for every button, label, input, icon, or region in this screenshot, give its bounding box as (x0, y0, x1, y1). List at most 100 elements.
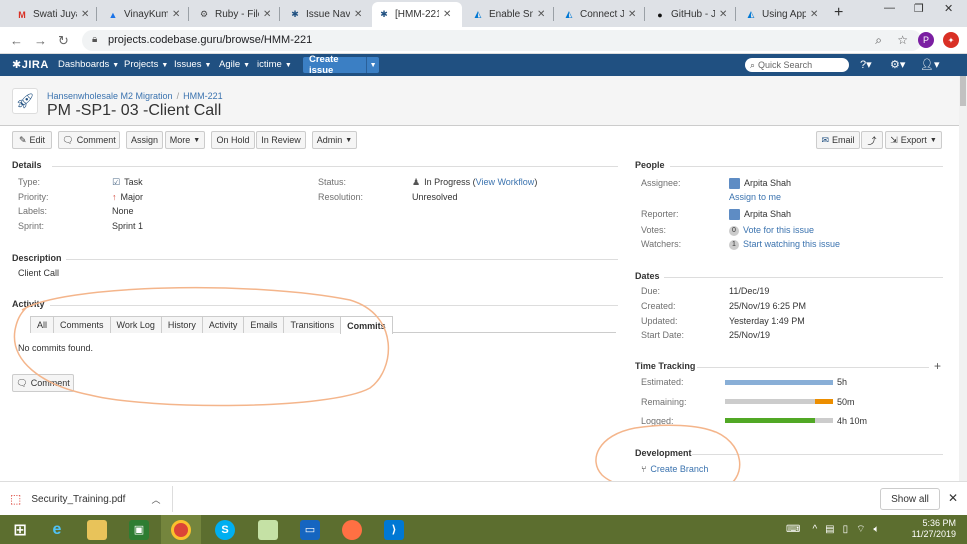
browser-tab-gmail[interactable]: M Swati Juyal ✕ (10, 2, 95, 27)
new-tab-icon[interactable]: + (834, 4, 843, 22)
maximize-icon[interactable]: ❐ (914, 2, 924, 15)
battery-icon[interactable]: ▯ (843, 524, 849, 535)
email-button[interactable]: ✉ Email (816, 131, 860, 149)
quick-search-input[interactable]: ⌕ Quick Search (745, 58, 849, 72)
tab-transitions[interactable]: Transitions (283, 316, 342, 333)
nav-label: Issues (174, 59, 202, 70)
close-tab-icon[interactable]: ✕ (172, 9, 180, 20)
in-review-button[interactable]: In Review (256, 131, 306, 149)
browser-tab-ruby[interactable]: ⚙ Ruby - Files ✕ (192, 2, 277, 27)
taskbar-firefox[interactable] (332, 515, 372, 544)
forward-icon[interactable]: → (34, 33, 47, 48)
browser-tab-using-app[interactable]: ◭ Using App ✕ (739, 2, 824, 27)
volume-icon[interactable]: 🔈︎ (874, 524, 880, 535)
gear-icon[interactable]: ⚙▾ (890, 58, 905, 71)
browser-tab-issue-navigator[interactable]: ✱ Issue Navigator ✕ (283, 2, 368, 27)
taskbar-clock[interactable]: 5:36 PM 11/27/2019 (902, 518, 956, 540)
taskbar-chrome[interactable] (161, 515, 201, 544)
close-tab-icon[interactable]: ✕ (354, 9, 362, 20)
taskbar-skype[interactable]: S (205, 515, 245, 544)
browser-tab-connect-jira[interactable]: ◭ Connect Jira ✕ (557, 2, 642, 27)
taskbar-remote-desktop[interactable]: ▭ (290, 515, 330, 544)
back-icon[interactable]: ← (10, 33, 23, 48)
user-avatar-icon[interactable]: 👤︎▾ (920, 58, 940, 71)
nav-ictime[interactable]: ictime ▼ (257, 59, 292, 70)
breadcrumb-project[interactable]: Hansenwholesale M2 Migration (47, 91, 173, 101)
extension-icon[interactable]: ✦ (943, 32, 959, 48)
admin-button[interactable]: Admin ▼ (312, 131, 357, 149)
tab-activity[interactable]: Activity (201, 316, 245, 333)
help-icon[interactable]: ?▾ (860, 58, 872, 71)
show-all-button[interactable]: Show all (880, 488, 940, 510)
wifi-icon[interactable]: ⌔ (856, 523, 865, 536)
tab-history[interactable]: History (160, 316, 203, 333)
close-tab-icon[interactable]: ✕ (537, 9, 545, 20)
tab-emails[interactable]: Emails (243, 316, 285, 333)
jira-logo[interactable]: ✱JIRA (12, 58, 49, 71)
tab-comments[interactable]: Comments (53, 316, 111, 333)
assign-to-me-link[interactable]: Assign to me (729, 192, 781, 202)
keyboard-icon[interactable]: ⌨ (786, 524, 800, 535)
close-tab-icon[interactable]: ✕ (81, 9, 89, 20)
taskbar-file-explorer[interactable] (77, 515, 117, 544)
reload-icon[interactable]: ↻ (58, 33, 69, 49)
nav-issues[interactable]: Issues ▼ (174, 59, 211, 70)
taskbar-store[interactable]: ▣ (119, 515, 159, 544)
share-button[interactable]: ⤴ (861, 131, 883, 149)
close-tab-icon[interactable]: ✕ (628, 9, 636, 20)
minimize-icon[interactable]: — (884, 2, 895, 14)
create-issue-button[interactable]: Create issue ▼ (303, 54, 379, 76)
edit-button[interactable]: ✎ Edit (12, 131, 52, 149)
browser-tab-hmm-221[interactable]: ✱ [HMM-221] ✕ (372, 2, 462, 27)
on-hold-button[interactable]: On Hold (211, 131, 255, 149)
browser-tab-enable-smart[interactable]: ◭ Enable Smart ✕ (466, 2, 551, 27)
taskbar-vscode[interactable]: ⟩ (374, 515, 414, 544)
export-button[interactable]: ⇲ Export ▼ (885, 131, 942, 149)
tab-label: VinayKumar (124, 9, 168, 20)
zoom-icon[interactable]: ⌕ (875, 33, 882, 48)
browser-tab-github[interactable]: ● GitHub - Jira ✕ (648, 2, 733, 27)
system-tray: ⌨ ^ ▤ ▯ ⌔ 🔈︎ (786, 515, 880, 544)
comment-label: Comment (76, 135, 116, 145)
windows-start-icon[interactable]: ⊞ (0, 515, 40, 544)
omnibox[interactable]: 🔒︎ projects.codebase.guru/browse/HMM-221… (82, 30, 922, 51)
chevron-down-icon[interactable]: ▼ (366, 57, 379, 73)
project-rocket-icon[interactable]: 🚀︎ (12, 88, 38, 114)
nav-dashboards[interactable]: Dashboards ▼ (58, 59, 119, 70)
close-tab-icon[interactable]: ✕ (810, 9, 818, 20)
close-tab-icon[interactable]: ✕ (719, 9, 727, 20)
network-icon[interactable]: ▤ (825, 524, 834, 535)
more-button[interactable]: More ▼ (165, 131, 205, 149)
bottom-comment-button[interactable]: 🗨︎ Comment (12, 374, 74, 392)
assign-button[interactable]: Assign (126, 131, 163, 149)
close-tab-icon[interactable]: ✕ (443, 9, 451, 20)
watchers-label: Watchers: (641, 239, 682, 249)
tab-all[interactable]: All (30, 316, 55, 333)
vote-link[interactable]: Vote for this issue (743, 225, 814, 235)
close-window-icon[interactable]: ✕ (944, 2, 953, 15)
add-time-icon[interactable]: + (934, 359, 941, 373)
close-tab-icon[interactable]: ✕ (263, 9, 271, 20)
watch-link[interactable]: Start watching this issue (743, 239, 840, 249)
browser-tab-drive[interactable]: ▲ VinayKumar ✕ (101, 2, 186, 27)
comment-button[interactable]: 🗨︎ Comment (58, 131, 120, 149)
nav-agile[interactable]: Agile ▼ (219, 59, 250, 70)
chevron-up-icon[interactable]: ︿ (151, 493, 160, 506)
breadcrumb-issue-key[interactable]: HMM-221 (183, 91, 223, 101)
nav-projects[interactable]: Projects ▼ (124, 59, 168, 70)
taskbar-notes[interactable] (248, 515, 288, 544)
profile-avatar[interactable]: P (918, 32, 934, 48)
chevron-up-icon[interactable]: ^ (812, 524, 817, 535)
tab-commits[interactable]: Commits (340, 316, 393, 334)
download-item[interactable]: ⬚ Security_Training.pdf ︿ (10, 482, 160, 516)
issue-header: 🚀︎ Hansenwholesale M2 Migration / HMM-221 … (0, 76, 967, 126)
page-scrollbar[interactable] (959, 76, 967, 481)
tab-work-log[interactable]: Work Log (109, 316, 162, 333)
bookmark-star-icon[interactable]: ☆ (897, 33, 908, 47)
taskbar-internet-explorer[interactable]: e (37, 515, 77, 544)
view-workflow-link[interactable]: View Workflow (476, 177, 535, 187)
close-icon[interactable]: ✕ (948, 491, 958, 505)
scrollbar-thumb[interactable] (960, 76, 966, 106)
create-branch-link[interactable]: Create Branch (650, 464, 708, 474)
jira-logo-icon: ✱ (12, 59, 22, 71)
